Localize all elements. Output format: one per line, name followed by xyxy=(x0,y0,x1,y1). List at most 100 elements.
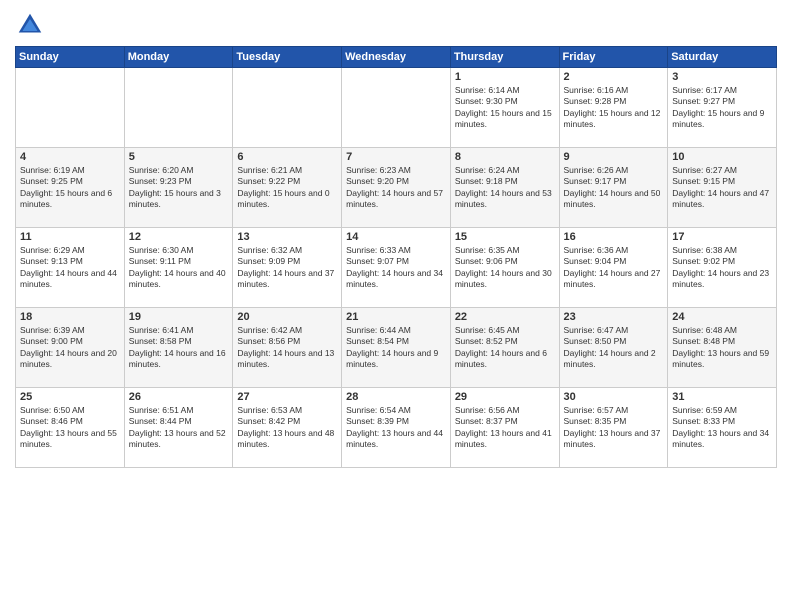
day-cell: 12 Sunrise: 6:30 AM Sunset: 9:11 PM Dayli… xyxy=(124,228,233,308)
day-cell: 16 Sunrise: 6:36 AM Sunset: 9:04 PM Dayli… xyxy=(559,228,668,308)
day-info: Sunrise: 6:36 AM Sunset: 9:04 PM Dayligh… xyxy=(564,245,664,291)
day-number: 10 xyxy=(672,151,772,163)
day-info: Sunrise: 6:20 AM Sunset: 9:23 PM Dayligh… xyxy=(129,165,229,211)
day-info: Sunrise: 6:27 AM Sunset: 9:15 PM Dayligh… xyxy=(672,165,772,211)
day-cell xyxy=(16,68,125,148)
day-info: Sunrise: 6:45 AM Sunset: 8:52 PM Dayligh… xyxy=(455,325,555,371)
day-cell: 7 Sunrise: 6:23 AM Sunset: 9:20 PM Daylig… xyxy=(342,148,451,228)
day-cell: 25 Sunrise: 6:50 AM Sunset: 8:46 PM Dayli… xyxy=(16,388,125,468)
day-info: Sunrise: 6:41 AM Sunset: 8:58 PM Dayligh… xyxy=(129,325,229,371)
day-number: 16 xyxy=(564,231,664,243)
day-number: 11 xyxy=(20,231,120,243)
day-info: Sunrise: 6:51 AM Sunset: 8:44 PM Dayligh… xyxy=(129,405,229,451)
day-number: 31 xyxy=(672,391,772,403)
day-info: Sunrise: 6:39 AM Sunset: 9:00 PM Dayligh… xyxy=(20,325,120,371)
day-info: Sunrise: 6:59 AM Sunset: 8:33 PM Dayligh… xyxy=(672,405,772,451)
week-row-1: 1Sunrise: 6:14 AM Sunset: 9:30 PM Daylig… xyxy=(16,68,777,148)
day-info: Sunrise: 6:54 AM Sunset: 8:39 PM Dayligh… xyxy=(346,405,446,451)
day-cell: 11 Sunrise: 6:29 AM Sunset: 9:13 PM Dayli… xyxy=(16,228,125,308)
day-number: 13 xyxy=(237,231,337,243)
calendar-table: SundayMondayTuesdayWednesdayThursdayFrid… xyxy=(15,46,777,468)
day-number: 15 xyxy=(455,231,555,243)
col-header-monday: Monday xyxy=(124,47,233,68)
day-cell: 27Sunrise: 6:53 AM Sunset: 8:42 PM Dayli… xyxy=(233,388,342,468)
day-number: 6 xyxy=(237,151,337,163)
day-cell xyxy=(233,68,342,148)
day-info: Sunrise: 6:38 AM Sunset: 9:02 PM Dayligh… xyxy=(672,245,772,291)
day-number: 5 xyxy=(129,151,229,163)
day-cell: 22 Sunrise: 6:45 AM Sunset: 8:52 PM Dayli… xyxy=(450,308,559,388)
day-number: 8 xyxy=(455,151,555,163)
day-number: 9 xyxy=(564,151,664,163)
col-header-saturday: Saturday xyxy=(668,47,777,68)
day-number: 4 xyxy=(20,151,120,163)
week-row-4: 18Sunrise: 6:39 AM Sunset: 9:00 PM Dayli… xyxy=(16,308,777,388)
day-cell: 14 Sunrise: 6:33 AM Sunset: 9:07 PM Dayli… xyxy=(342,228,451,308)
week-row-5: 25 Sunrise: 6:50 AM Sunset: 8:46 PM Dayli… xyxy=(16,388,777,468)
day-number: 25 xyxy=(20,391,120,403)
day-number: 28 xyxy=(346,391,446,403)
day-number: 21 xyxy=(346,311,446,323)
day-cell: 1Sunrise: 6:14 AM Sunset: 9:30 PM Daylig… xyxy=(450,68,559,148)
day-info: Sunrise: 6:29 AM Sunset: 9:13 PM Dayligh… xyxy=(20,245,120,291)
day-number: 3 xyxy=(672,71,772,83)
day-info: Sunrise: 6:21 AM Sunset: 9:22 PM Dayligh… xyxy=(237,165,337,211)
day-cell: 29 Sunrise: 6:56 AM Sunset: 8:37 PM Dayli… xyxy=(450,388,559,468)
day-number: 7 xyxy=(346,151,446,163)
logo-icon xyxy=(15,10,45,40)
day-cell: 9 Sunrise: 6:26 AM Sunset: 9:17 PM Daylig… xyxy=(559,148,668,228)
day-number: 20 xyxy=(237,311,337,323)
page-container: SundayMondayTuesdayWednesdayThursdayFrid… xyxy=(0,0,792,612)
header xyxy=(15,10,777,40)
day-cell: 15 Sunrise: 6:35 AM Sunset: 9:06 PM Dayli… xyxy=(450,228,559,308)
day-info: Sunrise: 6:33 AM Sunset: 9:07 PM Dayligh… xyxy=(346,245,446,291)
day-info: Sunrise: 6:30 AM Sunset: 9:11 PM Dayligh… xyxy=(129,245,229,291)
day-info: Sunrise: 6:32 AM Sunset: 9:09 PM Dayligh… xyxy=(237,245,337,291)
day-number: 26 xyxy=(129,391,229,403)
day-info: Sunrise: 6:44 AM Sunset: 8:54 PM Dayligh… xyxy=(346,325,446,371)
day-cell: 24Sunrise: 6:48 AM Sunset: 8:48 PM Dayli… xyxy=(668,308,777,388)
day-number: 14 xyxy=(346,231,446,243)
day-number: 22 xyxy=(455,311,555,323)
day-cell: 6 Sunrise: 6:21 AM Sunset: 9:22 PM Daylig… xyxy=(233,148,342,228)
day-info: Sunrise: 6:47 AM Sunset: 8:50 PM Dayligh… xyxy=(564,325,664,371)
day-number: 29 xyxy=(455,391,555,403)
day-cell: 2 Sunrise: 6:16 AM Sunset: 9:28 PM Daylig… xyxy=(559,68,668,148)
day-cell: 13 Sunrise: 6:32 AM Sunset: 9:09 PM Dayli… xyxy=(233,228,342,308)
day-info: Sunrise: 6:35 AM Sunset: 9:06 PM Dayligh… xyxy=(455,245,555,291)
day-info: Sunrise: 6:26 AM Sunset: 9:17 PM Dayligh… xyxy=(564,165,664,211)
day-number: 17 xyxy=(672,231,772,243)
day-cell: 31 Sunrise: 6:59 AM Sunset: 8:33 PM Dayli… xyxy=(668,388,777,468)
day-info: Sunrise: 6:16 AM Sunset: 9:28 PM Dayligh… xyxy=(564,85,664,131)
col-header-tuesday: Tuesday xyxy=(233,47,342,68)
day-cell: 28 Sunrise: 6:54 AM Sunset: 8:39 PM Dayli… xyxy=(342,388,451,468)
calendar-header-row: SundayMondayTuesdayWednesdayThursdayFrid… xyxy=(16,47,777,68)
day-info: Sunrise: 6:56 AM Sunset: 8:37 PM Dayligh… xyxy=(455,405,555,451)
day-cell: 20Sunrise: 6:42 AM Sunset: 8:56 PM Dayli… xyxy=(233,308,342,388)
col-header-wednesday: Wednesday xyxy=(342,47,451,68)
day-cell: 4Sunrise: 6:19 AM Sunset: 9:25 PM Daylig… xyxy=(16,148,125,228)
day-cell: 8Sunrise: 6:24 AM Sunset: 9:18 PM Daylig… xyxy=(450,148,559,228)
day-cell xyxy=(124,68,233,148)
day-number: 27 xyxy=(237,391,337,403)
day-info: Sunrise: 6:48 AM Sunset: 8:48 PM Dayligh… xyxy=(672,325,772,371)
day-cell: 17 Sunrise: 6:38 AM Sunset: 9:02 PM Dayli… xyxy=(668,228,777,308)
day-cell: 10 Sunrise: 6:27 AM Sunset: 9:15 PM Dayli… xyxy=(668,148,777,228)
day-info: Sunrise: 6:57 AM Sunset: 8:35 PM Dayligh… xyxy=(564,405,664,451)
day-cell: 26 Sunrise: 6:51 AM Sunset: 8:44 PM Dayli… xyxy=(124,388,233,468)
col-header-thursday: Thursday xyxy=(450,47,559,68)
day-cell: 23Sunrise: 6:47 AM Sunset: 8:50 PM Dayli… xyxy=(559,308,668,388)
col-header-sunday: Sunday xyxy=(16,47,125,68)
day-cell: 18Sunrise: 6:39 AM Sunset: 9:00 PM Dayli… xyxy=(16,308,125,388)
day-info: Sunrise: 6:23 AM Sunset: 9:20 PM Dayligh… xyxy=(346,165,446,211)
day-number: 19 xyxy=(129,311,229,323)
day-cell: 30Sunrise: 6:57 AM Sunset: 8:35 PM Dayli… xyxy=(559,388,668,468)
col-header-friday: Friday xyxy=(559,47,668,68)
day-info: Sunrise: 6:17 AM Sunset: 9:27 PM Dayligh… xyxy=(672,85,772,131)
day-info: Sunrise: 6:50 AM Sunset: 8:46 PM Dayligh… xyxy=(20,405,120,451)
day-number: 1 xyxy=(455,71,555,83)
week-row-3: 11 Sunrise: 6:29 AM Sunset: 9:13 PM Dayli… xyxy=(16,228,777,308)
day-number: 2 xyxy=(564,71,664,83)
day-number: 12 xyxy=(129,231,229,243)
week-row-2: 4Sunrise: 6:19 AM Sunset: 9:25 PM Daylig… xyxy=(16,148,777,228)
